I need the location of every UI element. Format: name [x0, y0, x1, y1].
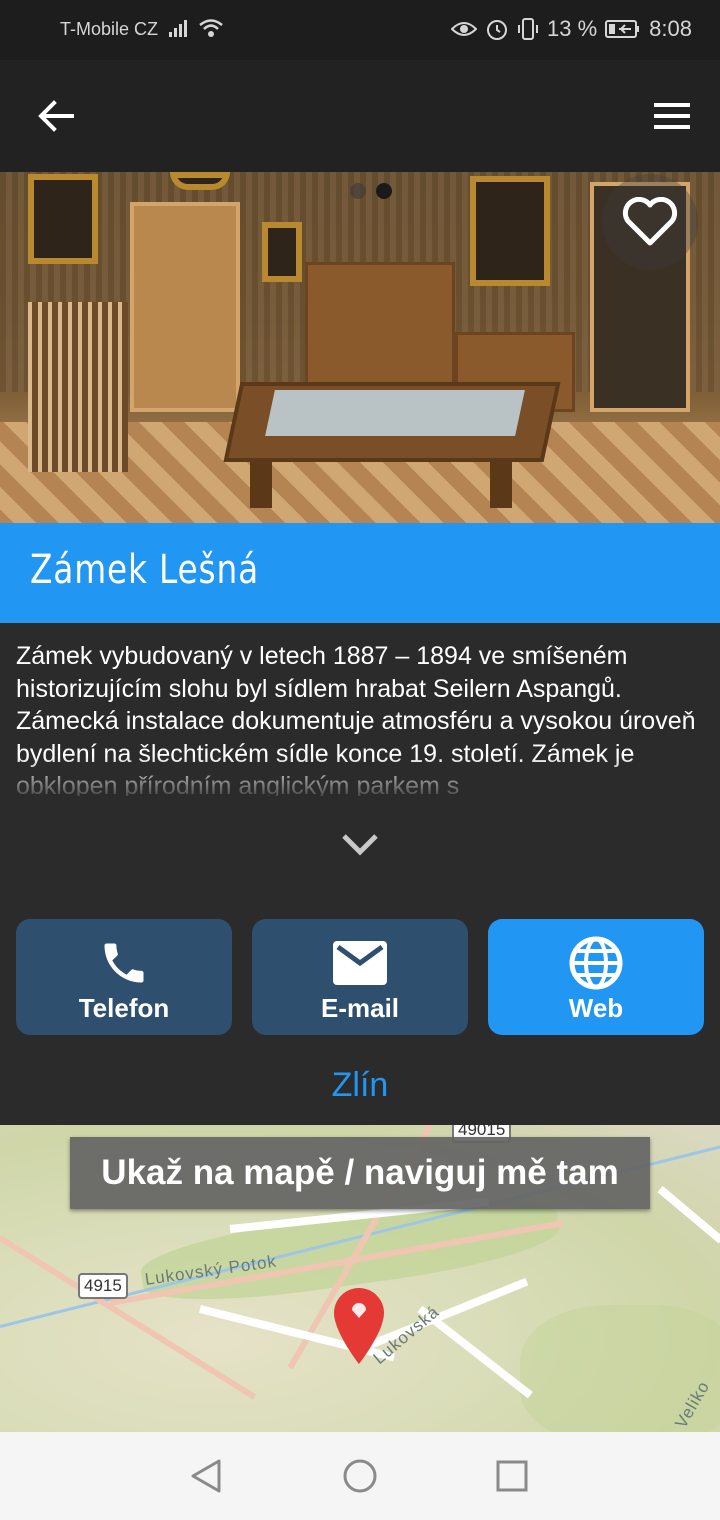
- contact-actions: Telefon E-mail Web: [16, 919, 704, 1035]
- heart-outline-icon: [622, 197, 678, 246]
- title-band: Zámek Lešná: [0, 523, 720, 623]
- carrier-name: T-Mobile CZ: [60, 19, 159, 39]
- painting: [262, 222, 302, 282]
- chevron-down-icon: [342, 834, 378, 856]
- expand-description-button[interactable]: [336, 822, 384, 866]
- phone-icon: [96, 935, 152, 991]
- battery-icon: [605, 20, 640, 38]
- web-button[interactable]: Web: [488, 919, 704, 1035]
- show-on-map-button[interactable]: Ukaž na mapě / naviguj mě tam: [70, 1137, 650, 1209]
- clock: 8:08: [649, 16, 692, 41]
- map-street: [657, 1185, 720, 1244]
- place-title: Zámek Lešná: [30, 547, 259, 593]
- carousel-dot-active[interactable]: [376, 183, 392, 199]
- mail-icon: [332, 935, 388, 991]
- email-button[interactable]: E-mail: [252, 919, 468, 1035]
- image-table-leg: [250, 460, 272, 508]
- alarm-icon: [487, 20, 508, 40]
- square-recents-icon: [496, 1460, 528, 1492]
- system-nav-bar: [0, 1432, 720, 1520]
- status-icons-left: [168, 18, 224, 38]
- favorite-button[interactable]: [602, 174, 698, 270]
- image-table-leg: [490, 460, 512, 508]
- battery-percent: 13 %: [547, 16, 598, 41]
- email-button-label: E-mail: [320, 993, 400, 1023]
- status-bar: T-Mobile CZ 13 % 8:08: [0, 0, 720, 60]
- signal-icon: [169, 20, 187, 37]
- carousel-indicator: [350, 183, 392, 199]
- painting: [170, 172, 230, 190]
- image-billiard-cloth: [265, 390, 525, 436]
- road-shield: 4915: [78, 1273, 128, 1299]
- nav-recents-button[interactable]: [490, 1454, 534, 1498]
- status-icons-right: 13 % 8:08: [451, 16, 692, 42]
- nav-back-button[interactable]: [184, 1454, 228, 1498]
- web-button-label: Web: [568, 993, 624, 1023]
- triangle-back-icon: [191, 1459, 221, 1493]
- vibrate-icon: [518, 18, 539, 40]
- wifi-icon: [199, 19, 223, 37]
- place-description: Zámek vybudovaný v letech 1887 – 1894 ve…: [16, 640, 706, 796]
- back-button[interactable]: [30, 90, 82, 142]
- painting: [470, 176, 550, 286]
- image-door: [130, 202, 240, 412]
- nav-home-button[interactable]: [338, 1454, 382, 1498]
- city-link[interactable]: Zlín: [0, 1066, 720, 1105]
- image-cue-rack: [28, 302, 128, 472]
- circle-home-icon: [343, 1459, 377, 1493]
- eye-icon: [451, 22, 478, 36]
- arrow-left-icon: [38, 100, 74, 132]
- map-pin-icon: [334, 1288, 384, 1364]
- app-bar: [0, 60, 720, 172]
- globe-icon: [568, 935, 624, 991]
- hamburger-menu-icon: [654, 103, 690, 129]
- phone-button[interactable]: Telefon: [16, 919, 232, 1035]
- menu-button[interactable]: [646, 90, 698, 142]
- phone-button-label: Telefon: [78, 993, 170, 1023]
- painting: [28, 174, 98, 264]
- carousel-dot[interactable]: [350, 183, 366, 199]
